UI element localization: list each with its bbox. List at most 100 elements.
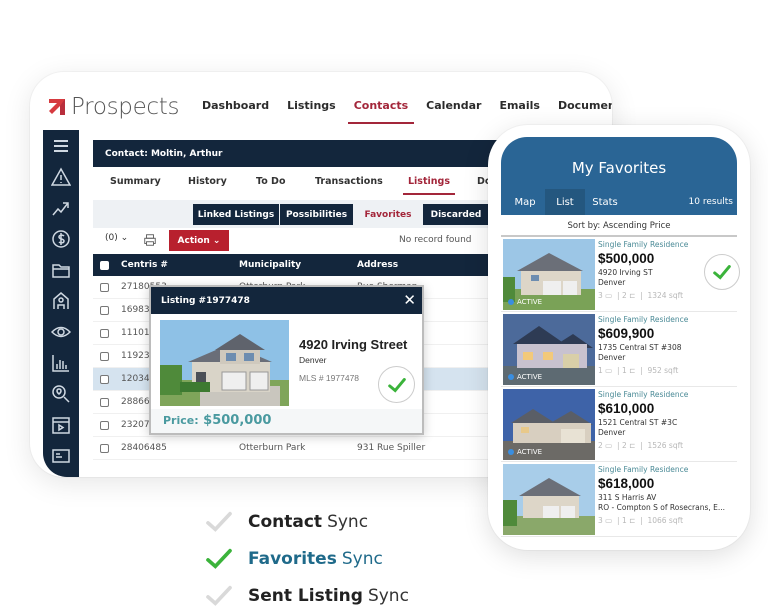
listing-card[interactable]: ACTIVE Single Family Residence $610,000 … <box>501 387 737 462</box>
bar-chart-icon[interactable] <box>43 347 79 378</box>
listing-price: $500,000 <box>598 251 655 266</box>
nav-contacts[interactable]: Contacts <box>347 99 415 124</box>
contact-tabs: Summary History To Do Transactions Listi… <box>93 168 513 198</box>
tab-summary[interactable]: Summary <box>110 176 161 187</box>
filter-linked-listings[interactable]: Linked Listings <box>193 204 279 225</box>
checkmark-icon <box>204 585 234 607</box>
tab-list[interactable]: List <box>545 189 585 215</box>
filter-favorites[interactable]: Favorites <box>354 204 422 225</box>
listing-card[interactable]: ACTIVE Single Family Residence $500,000 … <box>501 237 740 312</box>
contact-header: Contact: Moltin, Arthur <box>93 140 513 167</box>
listing-city: RO - Compton S of Rosecrans, E... <box>598 503 726 512</box>
checkmark-icon <box>387 377 406 393</box>
listing-address: 4920 Irving ST <box>598 268 653 277</box>
listing-address: 311 S Harris AV <box>598 493 657 502</box>
status-badge: ACTIVE <box>508 448 542 456</box>
row-checkbox[interactable] <box>100 328 109 338</box>
listing-meta: 2 ▭ | 2 ⊏ | 1526 sqft <box>598 441 684 450</box>
filter-possibilities[interactable]: Possibilities <box>280 204 353 225</box>
trending-icon[interactable] <box>43 192 79 223</box>
status-badge: ACTIVE <box>508 298 542 306</box>
favorite-check-button[interactable] <box>704 254 740 290</box>
folder-icon[interactable] <box>43 254 79 285</box>
alert-icon[interactable] <box>43 161 79 192</box>
row-checkbox[interactable] <box>100 305 109 315</box>
selection-count-dropdown[interactable]: (0) ⌄ <box>105 233 128 243</box>
popup-mls: MLS # 1977478 <box>299 373 360 383</box>
select-all-checkbox[interactable] <box>100 260 109 270</box>
tab-history[interactable]: History <box>188 176 227 187</box>
dollar-icon[interactable] <box>43 223 79 254</box>
sync-item-contact: Contact Sync <box>204 503 409 540</box>
row-checkbox[interactable] <box>100 420 109 430</box>
tab-transactions[interactable]: Transactions <box>315 176 383 187</box>
property-type: Single Family Residence <box>598 240 689 249</box>
nav-documents[interactable]: Documents <box>558 99 612 122</box>
close-icon[interactable]: ✕ <box>403 291 416 309</box>
checkmark-icon <box>204 548 234 570</box>
listing-meta: 1 ▭ | 1 ⊏ | 952 sqft <box>598 366 679 375</box>
nav-dashboard[interactable]: Dashboard <box>202 99 269 122</box>
sync-item-sent-listing: Sent Listing Sync <box>204 577 409 610</box>
video-calendar-icon[interactable] <box>43 409 79 440</box>
price-value: $500,000 <box>203 413 272 428</box>
mobile-app-window: My Favorites Map List Stats 10 results S… <box>488 125 750 550</box>
column-centris[interactable]: Centris # <box>121 260 239 270</box>
listing-card[interactable]: ACTIVE Single Family Residence $609,900 … <box>501 312 737 387</box>
sync-label: Sync <box>367 585 409 606</box>
property-type: Single Family Residence <box>598 465 689 474</box>
nav-listings[interactable]: Listings <box>287 99 336 122</box>
house-person-icon[interactable] <box>43 285 79 316</box>
column-municipality[interactable]: Municipality <box>239 260 357 270</box>
sync-item-favorites: Favorites Sync <box>204 540 409 577</box>
popup-header: Listing #1977478 ✕ <box>151 287 422 314</box>
price-label: Price: <box>163 414 199 427</box>
main-nav: Dashboard Listings Contacts Calendar Ema… <box>202 99 612 124</box>
tab-listings[interactable]: Listings <box>403 176 455 195</box>
listing-filter-tabs: Linked Listings Possibilities Favorites … <box>93 200 513 228</box>
listing-address: 1521 Central ST #3C <box>598 418 678 427</box>
filter-discarded[interactable]: Discarded <box>423 204 489 225</box>
listing-meta: 3 ▭ | 1 ⊏ | 1066 sqft <box>598 516 684 525</box>
tab-todo[interactable]: To Do <box>256 176 285 187</box>
row-checkbox[interactable] <box>100 397 109 407</box>
checkmark-icon <box>713 265 731 280</box>
status-badge: ACTIVE <box>508 373 542 381</box>
id-card-icon[interactable] <box>43 440 79 471</box>
popup-title: Listing #1977478 <box>161 296 250 306</box>
tab-map[interactable]: Map <box>505 189 545 215</box>
prospects-logo-icon <box>48 98 66 116</box>
listing-address: 1735 Central ST #308 <box>598 343 682 352</box>
search-location-icon[interactable] <box>43 378 79 409</box>
checkmark-icon <box>204 511 234 533</box>
listing-city: Denver <box>598 353 626 362</box>
listing-card[interactable]: Single Family Residence $618,000 311 S H… <box>501 462 737 537</box>
print-icon[interactable] <box>143 233 159 249</box>
phone-header: My Favorites Map List Stats 10 results <box>501 137 737 215</box>
logo[interactable]: Prospects <box>48 94 179 120</box>
menu-icon[interactable] <box>43 130 79 161</box>
house-photo <box>503 464 595 535</box>
house-photo: ACTIVE <box>503 389 595 460</box>
row-checkbox[interactable] <box>100 443 109 453</box>
nav-calendar[interactable]: Calendar <box>426 99 481 122</box>
sort-dropdown[interactable]: Sort by: Ascending Price <box>501 215 737 237</box>
sync-feature-list: Contact Sync Favorites Sync Sent Listing… <box>204 503 409 610</box>
sync-label-bold: Sent Listing <box>248 585 363 606</box>
house-photo: ACTIVE <box>503 239 595 310</box>
sync-label: Sync <box>341 548 383 569</box>
action-button[interactable]: Action ⌄ <box>169 230 229 251</box>
table-row[interactable]: 28406485 Otterburn Park 931 Rue Spiller <box>93 437 513 460</box>
table-header: Centris # Municipality Address <box>93 254 513 276</box>
popup-address: 4920 Irving Street <box>299 337 408 352</box>
row-checkbox[interactable] <box>100 282 109 292</box>
listing-price: $618,000 <box>598 476 655 491</box>
row-checkbox[interactable] <box>100 374 109 384</box>
eye-icon[interactable] <box>43 316 79 347</box>
row-checkbox[interactable] <box>100 351 109 361</box>
logo-text: Prospects <box>71 94 180 120</box>
tab-stats[interactable]: Stats <box>585 189 625 215</box>
favorite-check-button[interactable] <box>378 366 415 403</box>
house-photo[interactable] <box>160 320 289 406</box>
nav-emails[interactable]: Emails <box>499 99 540 122</box>
